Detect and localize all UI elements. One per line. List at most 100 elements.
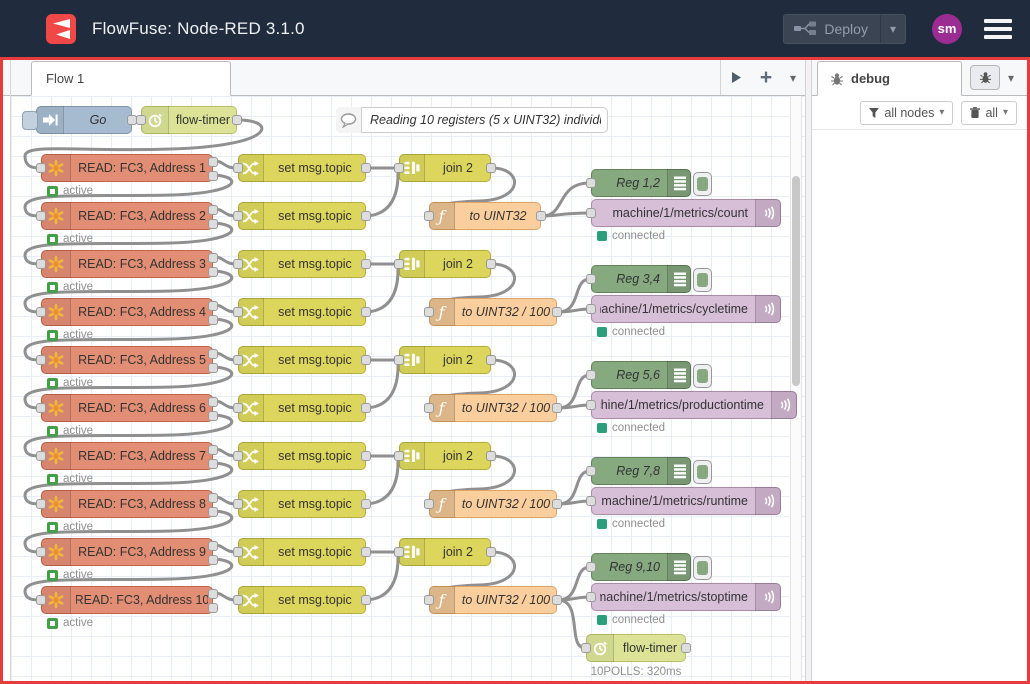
debug-enable-toggle[interactable] <box>693 556 712 580</box>
output-port[interactable] <box>208 589 218 599</box>
input-port[interactable] <box>586 592 596 602</box>
node-read-3[interactable]: READ: FC3, Address 3 <box>41 250 213 278</box>
node-read-2[interactable]: READ: FC3, Address 2 <box>41 202 213 230</box>
node-read-8[interactable]: READ: FC3, Address 8 <box>41 490 213 518</box>
output-port[interactable] <box>208 541 218 551</box>
input-port[interactable] <box>36 211 46 221</box>
node-function-5[interactable]: ƒto UINT32 / 100 <box>429 586 557 614</box>
user-avatar[interactable]: sm <box>932 14 962 44</box>
node-read-1[interactable]: READ: FC3, Address 1 <box>41 154 213 182</box>
output-port[interactable] <box>361 547 371 557</box>
node-read-7[interactable]: READ: FC3, Address 7 <box>41 442 213 470</box>
input-port[interactable] <box>394 163 404 173</box>
output-port[interactable] <box>486 355 496 365</box>
node-set-topic-8[interactable]: set msg.topic <box>238 490 366 518</box>
node-join-4[interactable]: join 2 <box>399 442 491 470</box>
debug-enable-toggle[interactable] <box>693 172 712 196</box>
input-port[interactable] <box>586 496 596 506</box>
input-port[interactable] <box>586 178 596 188</box>
output-port[interactable] <box>208 349 218 359</box>
node-function-3[interactable]: ƒto UINT32 / 100 <box>429 394 557 422</box>
output-port[interactable] <box>208 555 218 565</box>
node-read-10[interactable]: READ: FC3, Address 10 <box>41 586 213 614</box>
input-port[interactable] <box>36 499 46 509</box>
input-port[interactable] <box>586 400 596 410</box>
node-mqtt-2[interactable]: machine/1/metrics/cycletime <box>591 295 781 323</box>
input-port[interactable] <box>233 451 243 461</box>
output-port[interactable] <box>208 603 218 613</box>
output-port[interactable] <box>208 507 218 517</box>
output-port[interactable] <box>552 307 562 317</box>
input-port[interactable] <box>581 643 591 653</box>
clear-messages-button[interactable]: all ▾ <box>961 101 1017 125</box>
node-set-topic-3[interactable]: set msg.topic <box>238 250 366 278</box>
output-port[interactable] <box>536 211 546 221</box>
output-port[interactable] <box>208 411 218 421</box>
wire[interactable] <box>367 456 398 504</box>
output-port[interactable] <box>361 163 371 173</box>
node-function-1[interactable]: ƒto UINT32 <box>429 202 541 230</box>
tab-flow-1[interactable]: Flow 1 <box>31 61 231 96</box>
output-port[interactable] <box>208 219 218 229</box>
output-port[interactable] <box>361 211 371 221</box>
output-port[interactable] <box>208 397 218 407</box>
input-port[interactable] <box>233 595 243 605</box>
node-debug-5[interactable]: Reg 9,10 <box>591 553 691 581</box>
node-mqtt-4[interactable]: machine/1/metrics/runtime <box>591 487 781 515</box>
output-port[interactable] <box>361 499 371 509</box>
output-port[interactable] <box>208 445 218 455</box>
output-port[interactable] <box>361 259 371 269</box>
input-port[interactable] <box>233 163 243 173</box>
input-port[interactable] <box>424 403 434 413</box>
node-debug-1[interactable]: Reg 1,2 <box>591 169 691 197</box>
input-port[interactable] <box>586 466 596 476</box>
input-port[interactable] <box>394 355 404 365</box>
input-port[interactable] <box>424 307 434 317</box>
input-port[interactable] <box>233 547 243 557</box>
node-function-4[interactable]: ƒto UINT32 / 100 <box>429 490 557 518</box>
input-port[interactable] <box>586 274 596 284</box>
debug-toggle-button[interactable] <box>970 65 1000 90</box>
output-port[interactable] <box>208 363 218 373</box>
deploy-button[interactable]: Deploy ▾ <box>783 14 906 44</box>
sidebar-splitter[interactable] <box>805 60 812 681</box>
input-port[interactable] <box>424 499 434 509</box>
node-join-1[interactable]: join 2 <box>399 154 491 182</box>
input-port[interactable] <box>36 307 46 317</box>
node-debug-4[interactable]: Reg 7,8 <box>591 457 691 485</box>
output-port[interactable] <box>361 355 371 365</box>
output-port[interactable] <box>681 643 691 653</box>
canvas-scrollbar-thumb[interactable] <box>792 176 800 386</box>
input-port[interactable] <box>233 499 243 509</box>
output-port[interactable] <box>552 403 562 413</box>
wire[interactable] <box>558 600 585 648</box>
output-port[interactable] <box>486 259 496 269</box>
tab-debug[interactable]: debug <box>817 61 962 96</box>
input-port[interactable] <box>136 115 146 125</box>
add-flow-button[interactable]: + <box>751 60 781 95</box>
input-port[interactable] <box>36 547 46 557</box>
node-set-topic-2[interactable]: set msg.topic <box>238 202 366 230</box>
output-port[interactable] <box>361 403 371 413</box>
input-port[interactable] <box>586 370 596 380</box>
sidebar-caret-button[interactable]: ▾ <box>1000 71 1022 85</box>
input-port[interactable] <box>233 403 243 413</box>
input-port[interactable] <box>394 547 404 557</box>
node-function-2[interactable]: ƒto UINT32 / 100 <box>429 298 557 326</box>
node-join-2[interactable]: join 2 <box>399 250 491 278</box>
output-port[interactable] <box>361 595 371 605</box>
input-port[interactable] <box>36 355 46 365</box>
wire[interactable] <box>367 360 398 408</box>
output-port[interactable] <box>552 499 562 509</box>
node-set-topic-10[interactable]: set msg.topic <box>238 586 366 614</box>
node-set-topic-7[interactable]: set msg.topic <box>238 442 366 470</box>
wire[interactable] <box>367 552 398 600</box>
input-port[interactable] <box>424 211 434 221</box>
output-port[interactable] <box>361 451 371 461</box>
output-port[interactable] <box>486 451 496 461</box>
node-read-5[interactable]: READ: FC3, Address 5 <box>41 346 213 374</box>
output-port[interactable] <box>208 267 218 277</box>
output-port[interactable] <box>208 205 218 215</box>
output-port[interactable] <box>208 253 218 263</box>
output-port[interactable] <box>208 157 218 167</box>
